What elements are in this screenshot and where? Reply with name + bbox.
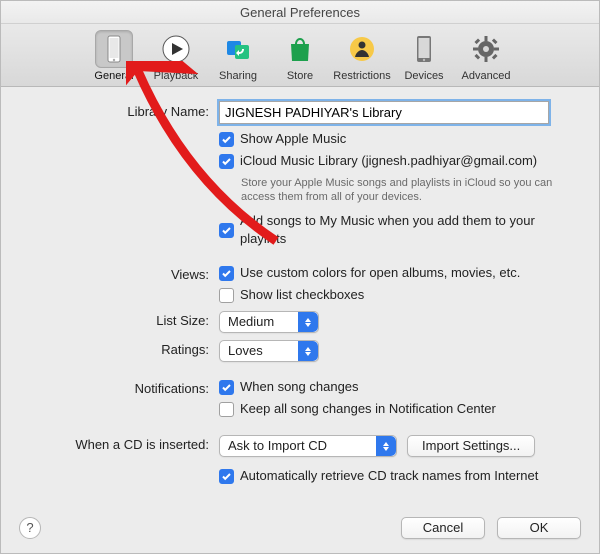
cancel-button[interactable]: Cancel bbox=[401, 517, 485, 539]
library-name-label: Library Name: bbox=[19, 101, 219, 119]
toolbar-general[interactable]: General bbox=[83, 30, 145, 82]
show-checkboxes-checkbox[interactable] bbox=[219, 288, 234, 303]
ratings-label: Ratings: bbox=[19, 339, 219, 357]
restrictions-icon bbox=[348, 35, 376, 63]
add-songs-checkbox[interactable] bbox=[219, 223, 234, 238]
toolbar-restrictions[interactable]: Restrictions bbox=[331, 30, 393, 82]
cd-inserted-label: When a CD is inserted: bbox=[19, 434, 219, 452]
when-song-changes-label: When song changes bbox=[240, 378, 359, 396]
help-icon: ? bbox=[26, 520, 33, 535]
cd-action-select[interactable]: Ask to Import CD bbox=[219, 435, 397, 457]
views-label: Views: bbox=[19, 264, 219, 282]
help-button[interactable]: ? bbox=[19, 517, 41, 539]
toolbar-store[interactable]: Store bbox=[269, 30, 331, 82]
bag-icon bbox=[287, 35, 313, 63]
preferences-toolbar: General Playback Sharing Store bbox=[1, 24, 599, 87]
toolbar-label: Devices bbox=[404, 70, 443, 82]
device-icon bbox=[415, 35, 433, 63]
ratings-select[interactable]: Loves bbox=[219, 340, 319, 362]
show-apple-music-checkbox[interactable] bbox=[219, 132, 234, 147]
keep-in-center-checkbox[interactable] bbox=[219, 402, 234, 417]
list-size-label: List Size: bbox=[19, 310, 219, 328]
toolbar-label: Advanced bbox=[462, 70, 511, 82]
bottom-bar: ? Cancel OK bbox=[1, 501, 599, 553]
toolbar-label: General bbox=[94, 70, 133, 82]
import-settings-label: Import Settings... bbox=[422, 436, 520, 456]
select-arrows-icon bbox=[298, 341, 318, 361]
show-checkboxes-label: Show list checkboxes bbox=[240, 286, 364, 304]
list-size-value: Medium bbox=[228, 312, 274, 332]
custom-colors-checkbox[interactable] bbox=[219, 266, 234, 281]
when-song-changes-checkbox[interactable] bbox=[219, 380, 234, 395]
window-title: General Preferences bbox=[1, 1, 599, 24]
icloud-library-label: iCloud Music Library (jignesh.padhiyar@g… bbox=[240, 152, 537, 170]
list-size-select[interactable]: Medium bbox=[219, 311, 319, 333]
keep-in-center-label: Keep all song changes in Notification Ce… bbox=[240, 400, 496, 418]
ok-button[interactable]: OK bbox=[497, 517, 581, 539]
gear-icon bbox=[472, 35, 500, 63]
import-settings-button[interactable]: Import Settings... bbox=[407, 435, 535, 457]
toolbar-label: Store bbox=[287, 70, 313, 82]
toolbar-playback[interactable]: Playback bbox=[145, 30, 207, 82]
ratings-value: Loves bbox=[228, 341, 263, 361]
toolbar-label: Playback bbox=[154, 70, 199, 82]
auto-retrieve-checkbox[interactable] bbox=[219, 469, 234, 484]
notifications-label: Notifications: bbox=[19, 378, 219, 396]
show-apple-music-label: Show Apple Music bbox=[240, 130, 346, 148]
add-songs-label: Add songs to My Music when you add them … bbox=[240, 212, 581, 248]
custom-colors-label: Use custom colors for open albums, movie… bbox=[240, 264, 520, 282]
auto-retrieve-label: Automatically retrieve CD track names fr… bbox=[240, 467, 538, 485]
toolbar-advanced[interactable]: Advanced bbox=[455, 30, 517, 82]
phone-icon bbox=[104, 35, 124, 63]
sharing-icon bbox=[224, 35, 252, 63]
ok-label: OK bbox=[530, 518, 549, 538]
toolbar-devices[interactable]: Devices bbox=[393, 30, 455, 82]
toolbar-label: Restrictions bbox=[333, 70, 390, 82]
select-arrows-icon bbox=[376, 436, 396, 456]
icloud-library-checkbox[interactable] bbox=[219, 154, 234, 169]
icloud-library-note: Store your Apple Music songs and playlis… bbox=[241, 176, 571, 204]
settings-panel: Library Name: Show Apple Music iCloud Mu… bbox=[1, 87, 599, 492]
select-arrows-icon bbox=[298, 312, 318, 332]
library-name-input[interactable] bbox=[219, 101, 549, 124]
toolbar-label: Sharing bbox=[219, 70, 257, 82]
toolbar-sharing[interactable]: Sharing bbox=[207, 30, 269, 82]
play-icon bbox=[161, 34, 191, 64]
cancel-label: Cancel bbox=[423, 518, 463, 538]
cd-action-value: Ask to Import CD bbox=[228, 436, 327, 456]
